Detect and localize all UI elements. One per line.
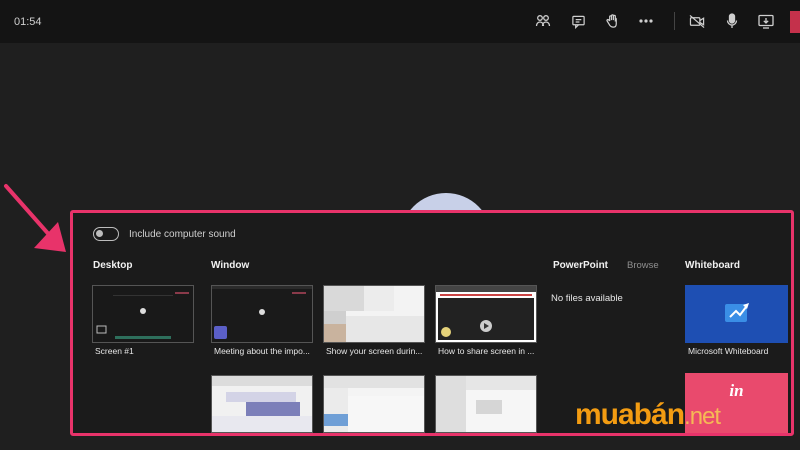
window-thumbnail[interactable] xyxy=(211,375,313,433)
more-options-icon[interactable] xyxy=(636,11,656,31)
window-label: How to share screen in ... xyxy=(438,346,535,356)
whiteboard-label: Microsoft Whiteboard xyxy=(688,346,769,356)
chat-icon[interactable] xyxy=(568,11,588,31)
window-thumbnail[interactable] xyxy=(435,375,537,433)
window-thumbnail[interactable] xyxy=(323,285,425,343)
window-thumbnail[interactable] xyxy=(323,375,425,433)
whiteboard-heading: Whiteboard xyxy=(685,260,740,271)
invision-logo: in xyxy=(729,381,744,400)
meeting-toolbar: 01:54 xyxy=(0,0,800,43)
window-thumbnail[interactable] xyxy=(211,285,313,343)
microsoft-whiteboard-tile[interactable] xyxy=(685,285,788,343)
window-label: Show your screen durin... xyxy=(326,346,423,356)
window-heading: Window xyxy=(211,260,250,271)
powerpoint-heading: PowerPoint xyxy=(553,260,609,271)
toggle-knob xyxy=(96,230,103,237)
watermark-main: muabán xyxy=(575,398,685,431)
microphone-icon[interactable] xyxy=(722,11,742,31)
window-label: Meeting about the impo... xyxy=(214,346,310,356)
leave-button[interactable] xyxy=(790,11,800,33)
whiteboard-icon xyxy=(724,303,749,322)
people-icon[interactable] xyxy=(533,11,553,31)
share-tray-icon[interactable] xyxy=(756,11,776,31)
powerpoint-empty-text: No files available xyxy=(551,293,623,304)
watermark-suffix: .net xyxy=(684,403,721,430)
desktop-screen-thumbnail[interactable] xyxy=(92,285,194,343)
raise-hand-icon[interactable] xyxy=(602,11,622,31)
include-sound-toggle[interactable] xyxy=(93,227,119,241)
desktop-screen-label: Screen #1 xyxy=(95,346,134,356)
desktop-heading: Desktop xyxy=(93,260,133,271)
toolbar-divider xyxy=(674,12,675,30)
watermark-logo: muabán.net xyxy=(575,398,721,432)
browse-link[interactable]: Browse xyxy=(627,260,659,271)
camera-off-icon[interactable] xyxy=(687,11,707,31)
meeting-timer: 01:54 xyxy=(14,16,42,28)
window-thumbnail[interactable] xyxy=(435,285,537,343)
include-sound-label: Include computer sound xyxy=(129,229,236,240)
